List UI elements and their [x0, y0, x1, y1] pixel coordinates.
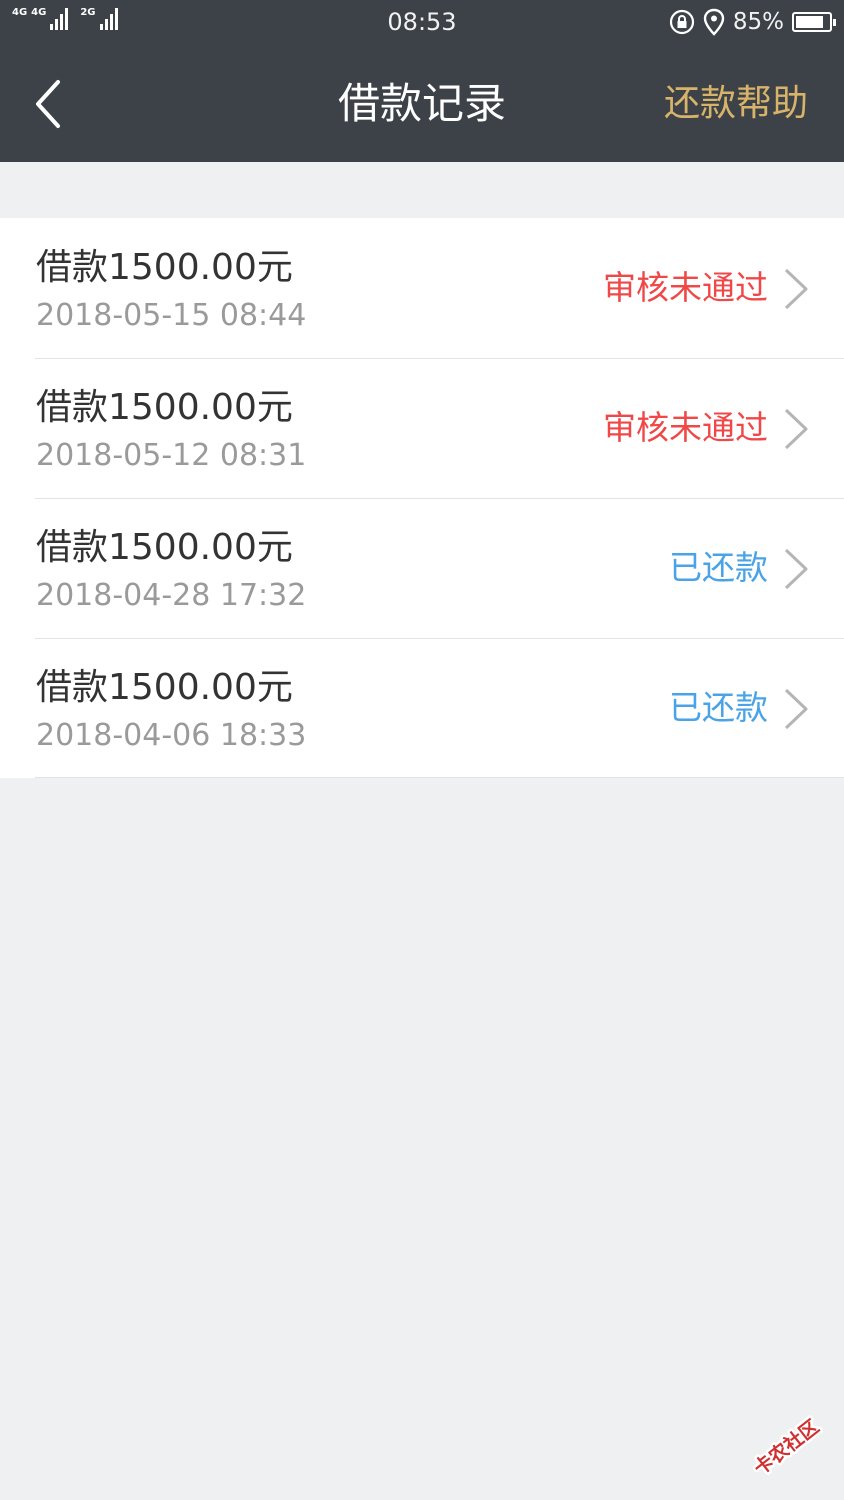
lock-rotation-icon	[669, 9, 694, 35]
loan-status: 已还款	[669, 548, 768, 587]
chevron-right-icon	[784, 688, 808, 730]
loan-date: 2018-04-28 17:32	[36, 578, 307, 613]
loan-amount: 借款1500.00元	[36, 527, 293, 568]
svg-text:卡农社区: 卡农社区	[749, 1415, 823, 1480]
loan-date: 2018-05-12 08:31	[36, 438, 307, 473]
battery-percentage: 85%	[732, 9, 784, 35]
chevron-right-icon	[784, 548, 808, 590]
system-indicators: 85%	[669, 6, 836, 38]
watermark-logo: 卡农社区 卡农社区	[747, 1412, 826, 1482]
loan-status: 审核未通过	[603, 268, 768, 307]
loan-record-row[interactable]: 借款1500.00元 2018-04-06 18:33 已还款	[0, 638, 844, 778]
loan-status: 已还款	[669, 688, 768, 727]
navigation-bar: 借款记录 还款帮助	[0, 44, 844, 162]
loan-date: 2018-04-06 18:33	[36, 718, 307, 753]
loan-date: 2018-05-15 08:44	[36, 298, 307, 333]
repayment-help-link[interactable]: 还款帮助	[664, 80, 808, 128]
chevron-right-icon	[784, 408, 808, 450]
loan-record-row[interactable]: 借款1500.00元 2018-04-28 17:32 已还款	[0, 498, 844, 638]
loan-record-row[interactable]: 借款1500.00元 2018-05-15 08:44 审核未通过	[0, 218, 844, 358]
battery-icon	[792, 12, 836, 32]
loan-amount: 借款1500.00元	[36, 667, 293, 708]
location-icon	[703, 8, 725, 36]
chevron-right-icon	[784, 268, 808, 310]
loan-status: 审核未通过	[603, 408, 768, 447]
status-bar: 4G 4G 2G 08:53 85%	[0, 0, 844, 44]
loan-record-list: 借款1500.00元 2018-05-15 08:44 审核未通过 借款1500…	[0, 218, 844, 778]
loan-amount: 借款1500.00元	[36, 247, 293, 288]
loan-record-row[interactable]: 借款1500.00元 2018-05-12 08:31 审核未通过	[0, 358, 844, 498]
loan-amount: 借款1500.00元	[36, 387, 293, 428]
